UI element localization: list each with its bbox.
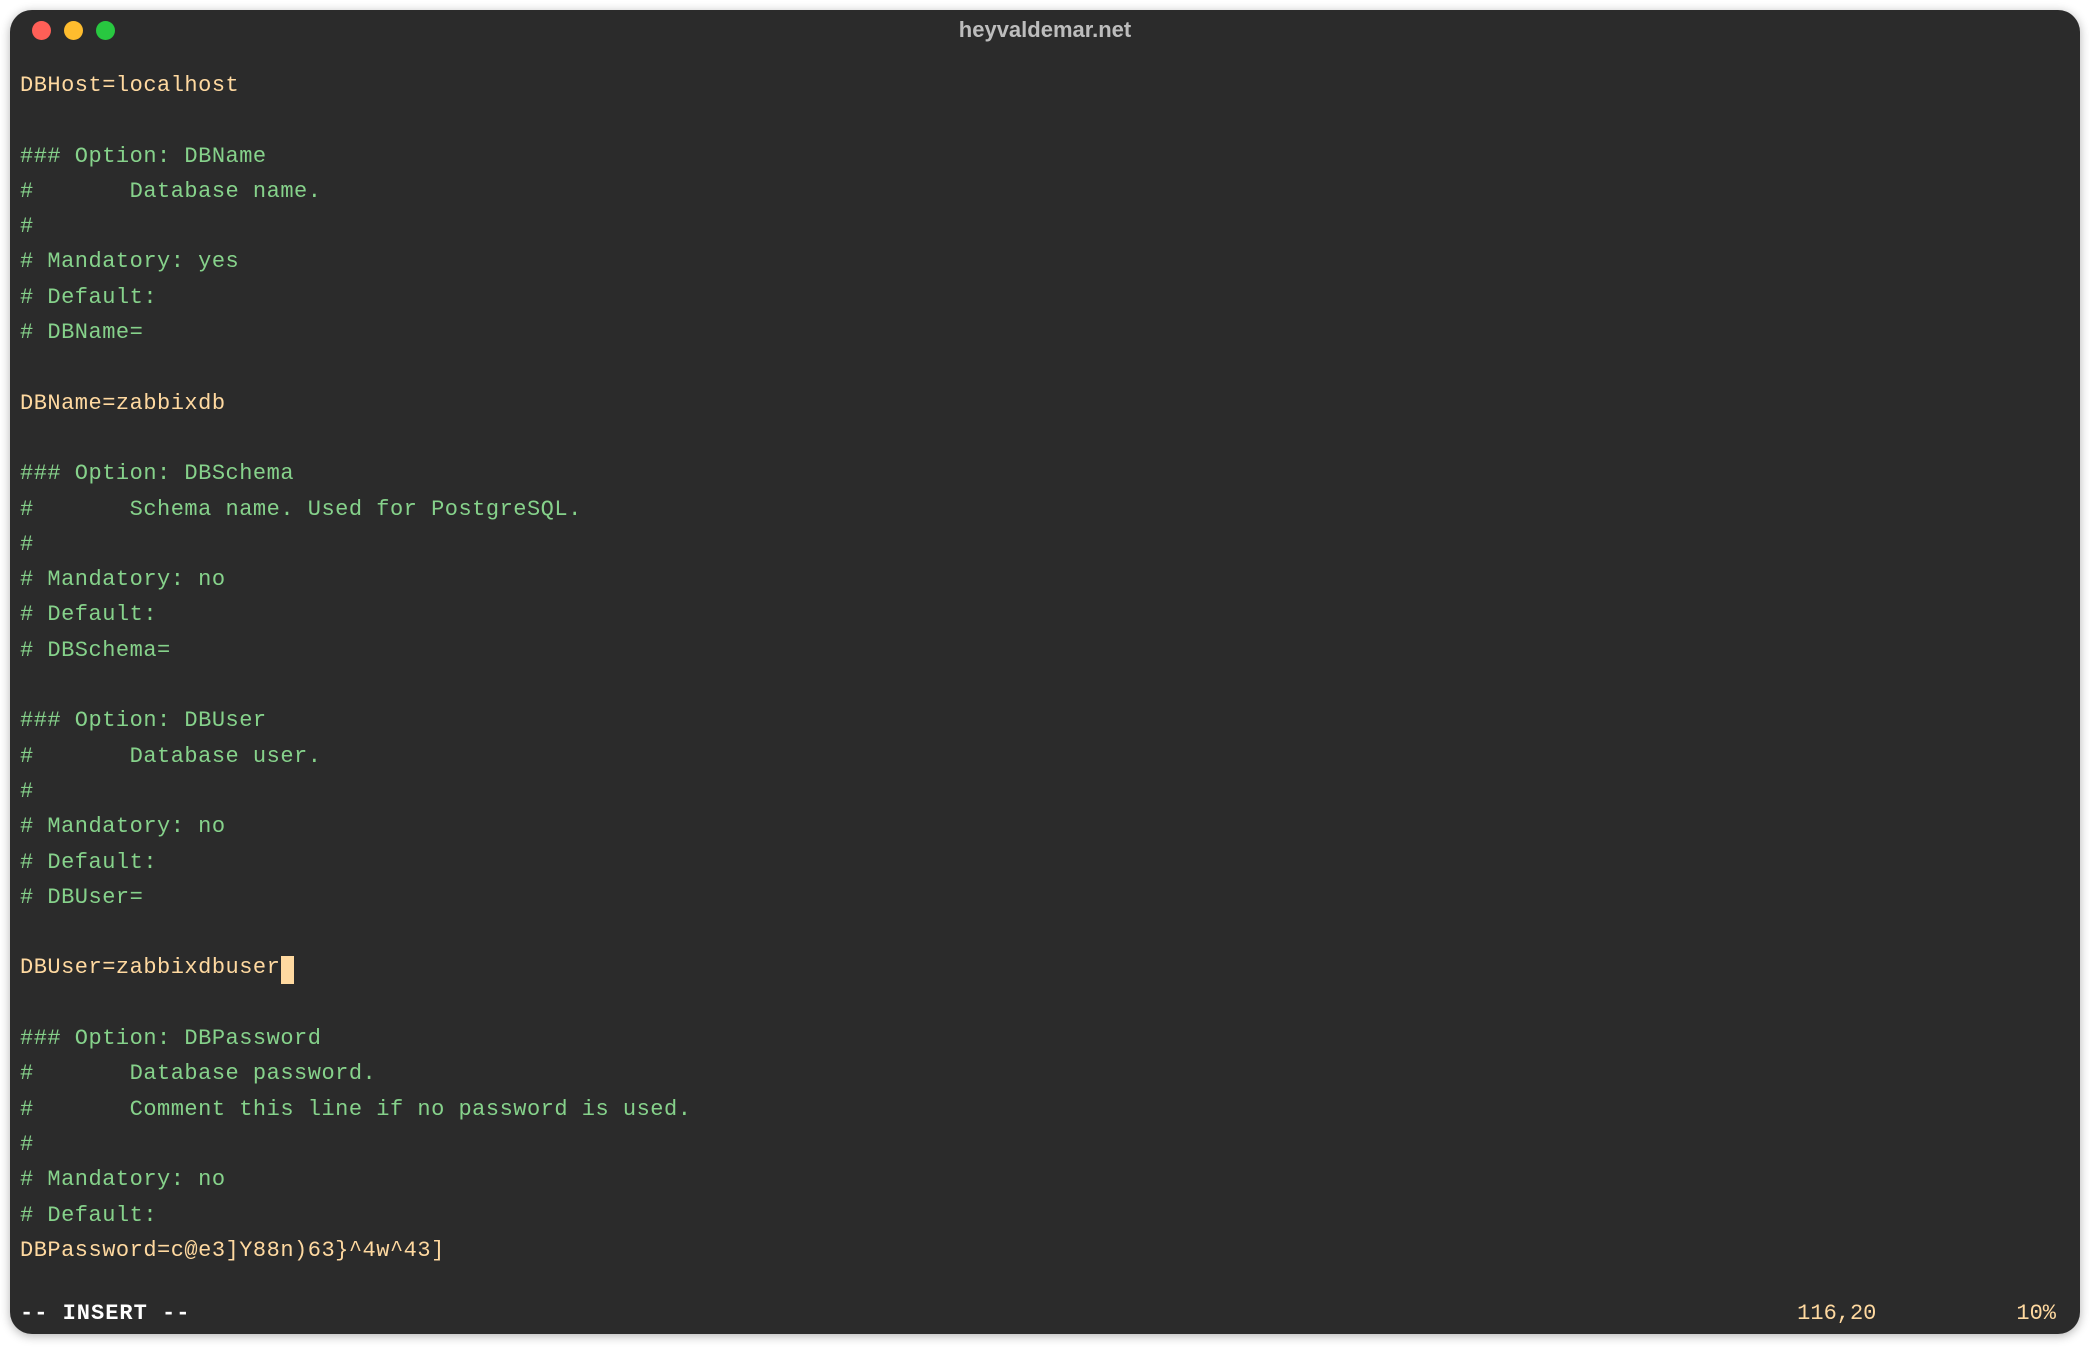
editor-line[interactable]: DBName=zabbixdb bbox=[20, 386, 2070, 421]
editor-line[interactable] bbox=[20, 350, 2070, 385]
editor-line[interactable]: # Default: bbox=[20, 1198, 2070, 1233]
editor-viewport[interactable]: DBHost=localhost### Option: DBName# Data… bbox=[10, 50, 2080, 1301]
editor-line[interactable]: # DBSchema= bbox=[20, 633, 2070, 668]
editor-line[interactable]: # Mandatory: no bbox=[20, 562, 2070, 597]
editor-line[interactable]: # Default: bbox=[20, 597, 2070, 632]
terminal-window: heyvaldemar.net DBHost=localhost ### Opti… bbox=[10, 10, 2080, 1334]
editor-line[interactable] bbox=[20, 668, 2070, 703]
editor-line[interactable]: # Schema name. Used for PostgreSQL. bbox=[20, 492, 2070, 527]
vim-percent: 10% bbox=[2016, 1301, 2056, 1326]
vim-position: 116,20 bbox=[1797, 1301, 1876, 1326]
editor-line[interactable]: # Database user. bbox=[20, 739, 2070, 774]
close-icon[interactable] bbox=[32, 21, 51, 40]
zoom-icon[interactable] bbox=[96, 21, 115, 40]
editor-line[interactable]: # DBName= bbox=[20, 315, 2070, 350]
editor-line[interactable]: ### Option: DBSchema bbox=[20, 456, 2070, 491]
vim-statusbar: -- INSERT -- 116,20 10% bbox=[10, 1301, 2080, 1334]
editor-line[interactable]: ### Option: DBUser bbox=[20, 703, 2070, 738]
editor-line[interactable]: # bbox=[20, 527, 2070, 562]
editor-line[interactable]: DBHost=localhost bbox=[20, 68, 2070, 103]
window-controls bbox=[32, 21, 115, 40]
editor-line[interactable]: # bbox=[20, 1127, 2070, 1162]
editor-line[interactable]: # bbox=[20, 209, 2070, 244]
editor-line[interactable] bbox=[20, 421, 2070, 456]
editor-line[interactable]: # Database password. bbox=[20, 1056, 2070, 1091]
editor-line[interactable]: # Default: bbox=[20, 845, 2070, 880]
editor-line[interactable]: # Mandatory: no bbox=[20, 1162, 2070, 1197]
editor-line[interactable]: ### Option: DBPassword bbox=[20, 1021, 2070, 1056]
editor-line[interactable]: # Comment this line if no password is us… bbox=[20, 1092, 2070, 1127]
editor-line[interactable]: # Mandatory: no bbox=[20, 809, 2070, 844]
editor-line[interactable]: # DBUser= bbox=[20, 880, 2070, 915]
editor-line[interactable]: # bbox=[20, 774, 2070, 809]
editor-line[interactable]: DBUser=zabbixdbuser bbox=[20, 950, 2070, 985]
minimize-icon[interactable] bbox=[64, 21, 83, 40]
vim-mode: -- INSERT -- bbox=[20, 1301, 190, 1326]
editor-line[interactable]: DBPassword=c@e3]Y88n)63}^4w^43] bbox=[20, 1233, 2070, 1268]
text-cursor-icon bbox=[281, 956, 294, 984]
window-titlebar: heyvaldemar.net bbox=[10, 10, 2080, 50]
editor-line[interactable] bbox=[20, 986, 2070, 1021]
editor-line[interactable]: # Mandatory: yes bbox=[20, 244, 2070, 279]
window-title: heyvaldemar.net bbox=[10, 17, 2080, 43]
editor-line[interactable] bbox=[20, 103, 2070, 138]
editor-line[interactable]: # Default: bbox=[20, 280, 2070, 315]
editor-line[interactable] bbox=[20, 915, 2070, 950]
editor-line[interactable]: ### Option: DBName bbox=[20, 139, 2070, 174]
editor-line[interactable]: # Database name. bbox=[20, 174, 2070, 209]
